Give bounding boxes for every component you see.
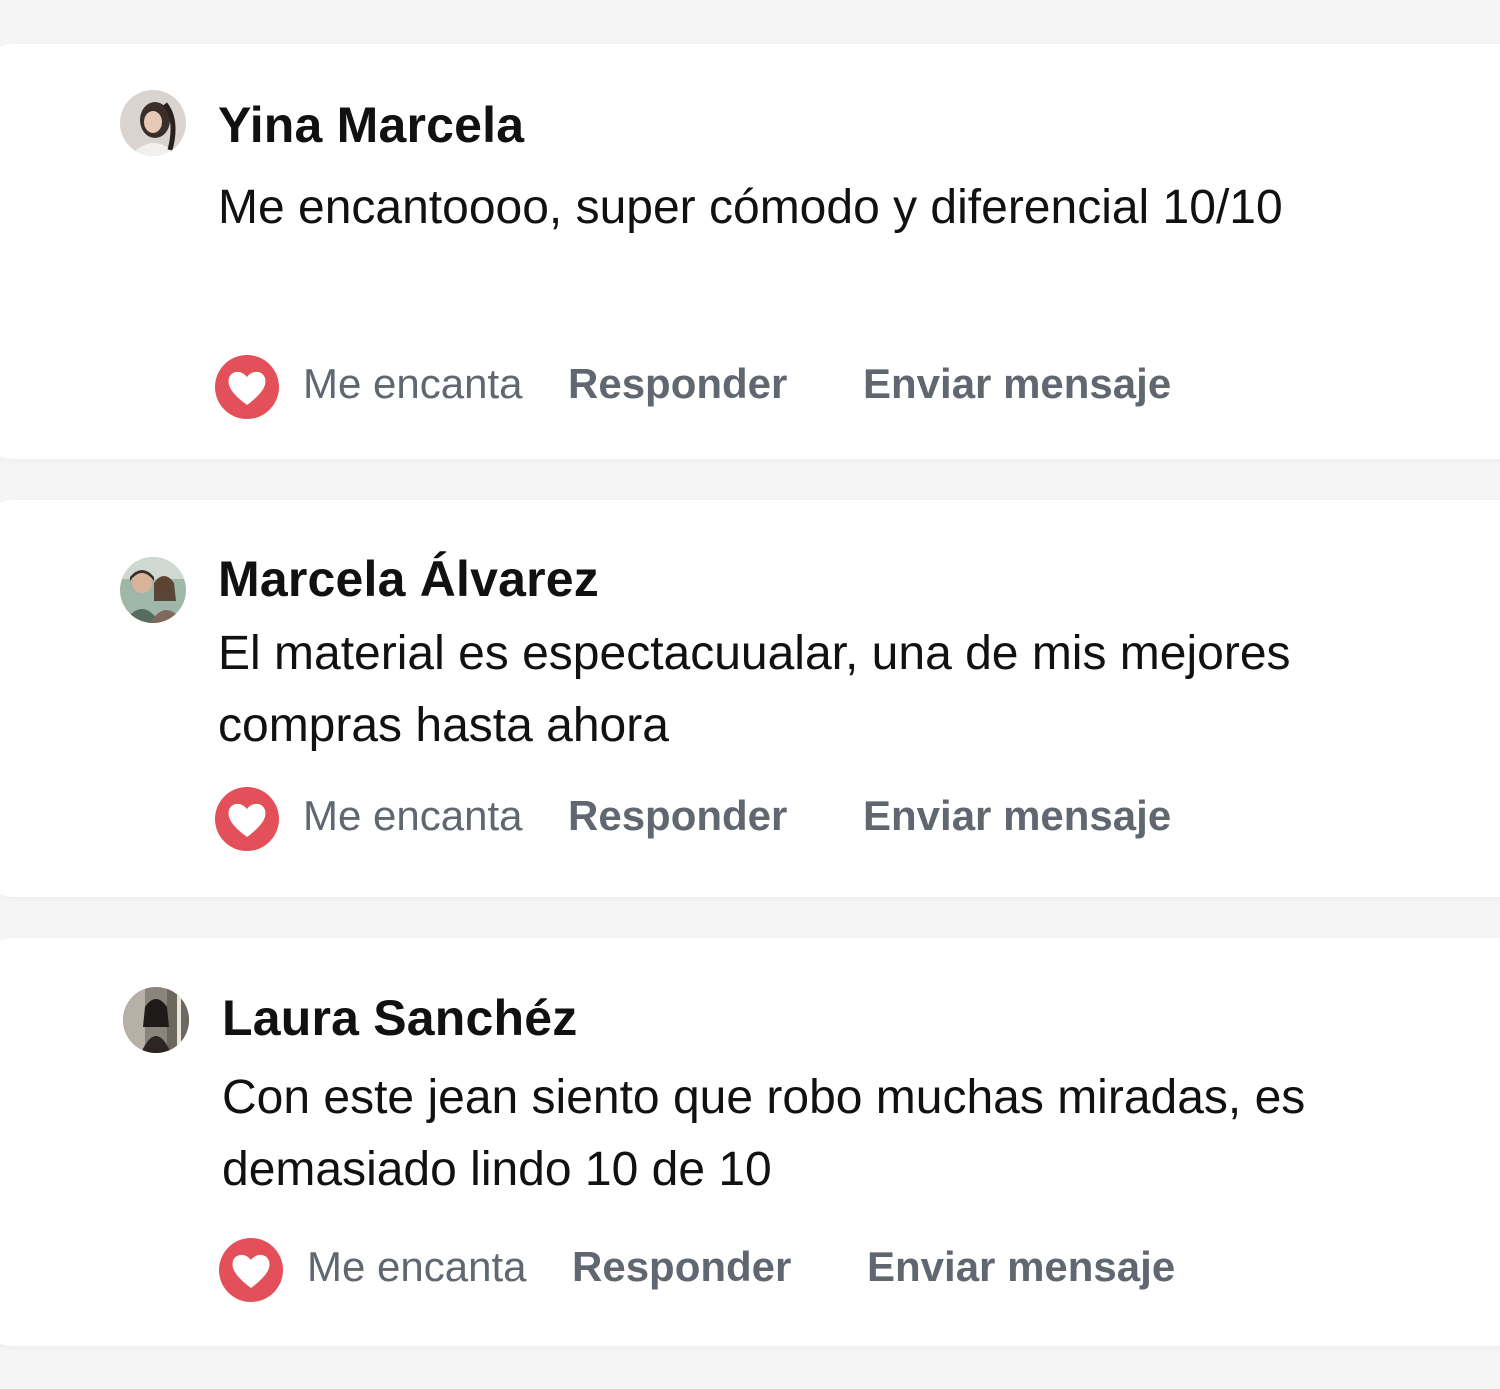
heart-icon <box>215 787 279 851</box>
send-message-button[interactable]: Enviar mensaje <box>863 792 1171 840</box>
comment-author[interactable]: Laura Sanchéz <box>222 989 578 1047</box>
avatar[interactable] <box>123 987 189 1053</box>
comment-text: Con este jean siento que robo muchas mir… <box>222 1071 1306 1196</box>
reply-button[interactable]: Responder <box>572 1243 791 1291</box>
comment-text: El material es espectacuualar, una de mi… <box>218 627 1291 752</box>
heart-reaction-button[interactable] <box>215 355 279 419</box>
avatar[interactable] <box>120 90 186 156</box>
avatar-photo <box>120 90 186 156</box>
reply-button[interactable]: Responder <box>568 360 787 408</box>
comment-author[interactable]: Marcela Álvarez <box>218 550 599 608</box>
avatar-photo <box>120 557 186 623</box>
heart-icon <box>219 1238 283 1302</box>
comment-text: Me encantoooo, super cómodo y diferencia… <box>218 181 1283 234</box>
reply-button[interactable]: Responder <box>568 792 787 840</box>
reaction-label: Me encanta <box>303 360 523 407</box>
heart-icon <box>215 355 279 419</box>
send-message-button[interactable]: Enviar mensaje <box>863 360 1171 408</box>
heart-reaction-button[interactable] <box>219 1238 283 1302</box>
avatar[interactable] <box>120 557 186 623</box>
avatar-photo <box>123 987 189 1053</box>
comment-author[interactable]: Yina Marcela <box>218 96 524 154</box>
send-message-button[interactable]: Enviar mensaje <box>867 1243 1175 1291</box>
reaction-label: Me encanta <box>303 792 523 839</box>
reaction-label: Me encanta <box>307 1243 527 1290</box>
heart-reaction-button[interactable] <box>215 787 279 851</box>
